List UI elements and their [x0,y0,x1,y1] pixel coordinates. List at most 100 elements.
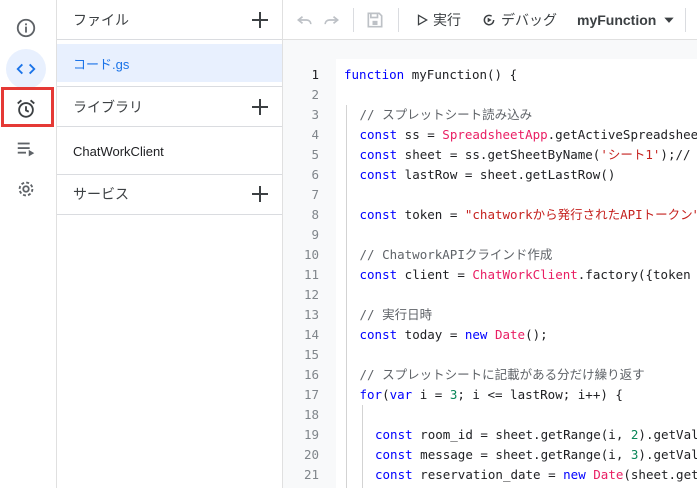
code-token: );// [660,147,691,162]
line-number: 3 [311,107,319,122]
debug-label: デバッグ [501,12,557,28]
save-button[interactable] [365,10,385,30]
code-token: const [375,467,413,482]
toolbar-divider [353,8,354,32]
file-item-label: コード.gs [73,56,130,72]
code-token: const [359,207,398,222]
code-token: "chatworkから発行されたAPIトークン" [464,207,697,222]
code-token: reservation_date = [412,467,564,482]
line-number: 13 [303,307,319,322]
code-token: message = sheet.getRange(i, [412,447,631,462]
line-number: 11 [303,267,319,282]
executions-button[interactable] [6,129,46,169]
code-token: i = [412,387,450,402]
add-service-button[interactable] [248,182,272,206]
run-label: 実行 [433,12,461,28]
line-number: 21 [303,467,319,482]
debug-icon [483,14,495,26]
line-number: 7 [311,187,319,202]
code-token: Date [593,467,624,482]
code-line: const lastRow = sheet.getLastRow() [360,165,616,185]
toolbar-divider [685,8,686,32]
line-number: 17 [303,387,319,402]
code-token: Date [494,327,526,342]
code-token: .factory({token [577,267,691,282]
run-button[interactable]: 実行 [415,0,461,40]
line-number: 15 [303,347,319,362]
code-line: const ss = SpreadsheetApp.getActiveSprea… [360,125,697,145]
settings-button[interactable] [6,169,46,209]
triggers-highlight-box [1,87,54,127]
caret-down-icon [664,17,675,23]
libraries-section-header: ライブラリ [57,87,282,127]
plus-icon [252,99,268,115]
services-header-label: サービス [73,186,129,202]
code-token: const [359,167,398,182]
line-number: 20 [303,447,319,462]
code-area[interactable]: function myFunction() { // スプレットシート読み込み co… [336,59,697,488]
code-token: token = [397,207,465,222]
code-line: const token = "chatworkから発行されたAPIトークン" [360,205,697,225]
redo-button[interactable] [321,10,341,30]
file-item-code-gs[interactable]: コード.gs [57,44,282,82]
code-token: const [375,447,413,462]
editor-toolbar: 実行 デバッグ myFunction [283,0,697,40]
file-panel: ファイル コード.gs ライブラリ ChatWorkClient サービス [57,0,283,488]
add-library-button[interactable] [248,95,272,119]
library-item-chatworkclient[interactable]: ChatWorkClient [57,131,282,171]
code-token: ).getValue(); [638,427,697,442]
code-token: ).getValue(); [638,447,697,462]
code-token: new [563,467,586,482]
debug-button[interactable]: デバッグ [481,0,557,40]
code-token: // スプレットシート読み込み [359,107,533,122]
code-line: const reservation_date = new Date(sheet.… [375,465,697,485]
code-token: (sheet.getRange [623,467,697,482]
executions-list-icon [17,142,35,157]
code-token: client = [397,267,473,282]
code-token: ; i <= lastRow; i++) { [457,387,623,402]
editor-button[interactable] [6,49,46,89]
plus-icon [252,186,268,202]
library-item-label: ChatWorkClient [73,143,164,159]
indent-guide [361,405,363,488]
code-line: const client = ChatWorkClient.factory({t… [360,265,691,285]
add-file-button[interactable] [248,8,272,32]
code-token: room_id = sheet.getRange(i, [412,427,631,442]
line-number: 12 [303,287,319,302]
code-token: const [375,427,413,442]
libraries-header-label: ライブラリ [73,99,143,115]
undo-icon [296,16,312,25]
undo-button[interactable] [295,10,315,30]
files-header-label: ファイル [73,12,129,28]
code-token: // ChatworkAPIクラインド作成 [359,247,553,262]
code-token: myFunction() { [404,67,518,82]
plus-icon [252,12,268,28]
files-section-header: ファイル [57,0,282,40]
code-line: const message = sheet.getRange(i, 3).get… [375,445,697,465]
info-icon [16,18,36,38]
code-editor[interactable]: 1 2 3 4 5 6 7 8 9 10 11 12 13 14 15 16 17 18 19 20 21 functi… [283,40,697,488]
line-number: 5 [311,147,319,162]
code-icon [16,63,36,75]
line-number: 19 [303,427,319,442]
indent-guide [346,105,347,488]
code-token: today = [397,327,465,342]
code-token: function [344,67,405,82]
redo-icon [324,16,340,25]
divider [57,39,282,40]
divider [57,126,282,127]
function-select[interactable]: myFunction [577,0,676,40]
code-token: SpreadsheetApp [442,127,548,142]
code-line: for(var i = 3; i <= lastRow; i++) { [360,385,623,405]
info-button[interactable] [6,8,46,48]
line-number: 8 [311,207,319,222]
services-section-header: サービス [57,174,282,214]
code-line: function myFunction() { [344,65,517,85]
code-token: ss = [397,127,443,142]
code-token: .getActiveSpreadsheet(); [547,127,697,142]
line-number: 6 [311,167,319,182]
line-number: 14 [303,327,319,342]
code-token: lastRow = sheet.getLastRow() [397,167,616,182]
code-token: ( [382,387,390,402]
